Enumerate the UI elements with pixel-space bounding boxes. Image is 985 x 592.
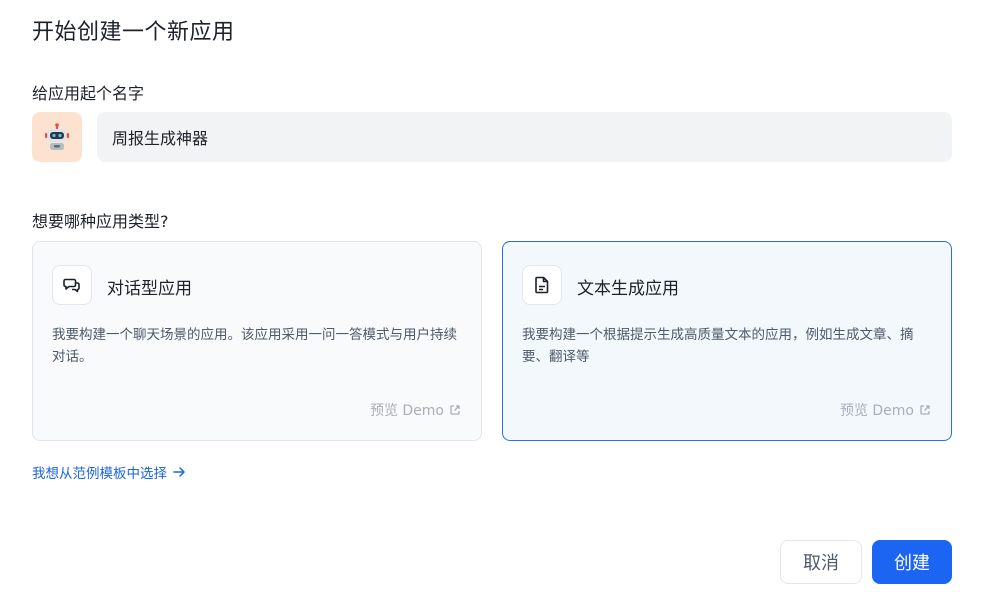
card-icon-wrapper (522, 265, 562, 305)
robot-icon (45, 123, 69, 150)
app-type-card-text-generation[interactable]: 文本生成应用 我要构建一个根据提示生成高质量文本的应用，例如生成文章、摘要、翻译… (502, 241, 952, 441)
page-title: 开始创建一个新应用 (32, 20, 235, 45)
arrow-right-icon (173, 467, 185, 477)
create-button[interactable]: 创建 (872, 540, 952, 584)
preview-demo-link[interactable]: 预览 Demo (840, 400, 931, 420)
external-link-icon (920, 405, 930, 415)
preview-demo-label: 预览 Demo (839, 403, 914, 419)
card-title: 文本生成应用 (577, 279, 679, 299)
cancel-button[interactable]: 取消 (780, 540, 862, 584)
document-icon (535, 276, 549, 294)
card-title: 对话型应用 (107, 279, 192, 299)
choose-template-label: 我想从范例模板中选择 (32, 466, 167, 482)
app-name-label: 给应用起个名字 (32, 84, 145, 103)
card-icon-wrapper (52, 265, 92, 305)
preview-demo-link[interactable]: 预览 Demo (370, 400, 461, 420)
external-link-icon (450, 405, 460, 415)
card-description: 我要构建一个根据提示生成高质量文本的应用，例如生成文章、摘要、翻译等 (522, 327, 914, 365)
card-description: 我要构建一个聊天场景的应用。该应用采用一问一答模式与用户持续对话。 (52, 327, 457, 365)
app-icon-picker[interactable] (32, 112, 82, 162)
app-name-input[interactable] (97, 112, 952, 162)
preview-demo-label: 预览 Demo (369, 403, 444, 419)
app-type-card-chat[interactable]: 对话型应用 我要构建一个聊天场景的应用。该应用采用一问一答模式与用户持续对话。 … (32, 241, 482, 441)
choose-template-link[interactable]: 我想从范例模板中选择 (32, 462, 187, 482)
chat-bubbles-icon (63, 278, 80, 293)
app-type-label: 想要哪种应用类型? (32, 212, 169, 231)
